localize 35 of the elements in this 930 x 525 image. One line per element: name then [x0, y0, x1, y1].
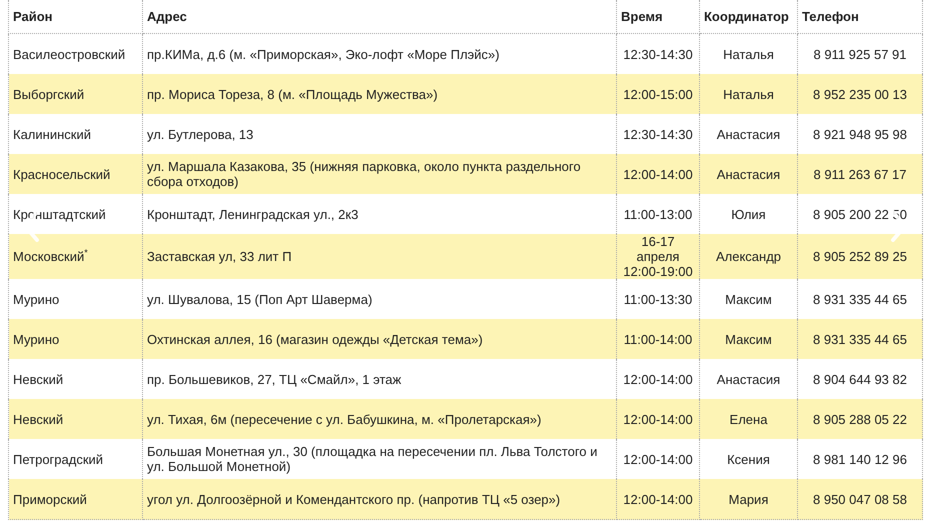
- column-header: Координатор: [700, 0, 798, 34]
- column-header: Телефон: [798, 0, 922, 34]
- time-cell: 12:00-14:00: [616, 479, 700, 520]
- coordinator-cell: Елена: [700, 399, 798, 439]
- column-header: Адрес: [142, 0, 616, 34]
- coordinator-cell: Александр: [700, 234, 798, 279]
- address-cell: угол ул. Долгоозёрной и Комендантского пр. (напротив ТЦ «5 озер»): [142, 479, 616, 520]
- column-header: Район: [8, 0, 142, 34]
- time-cell: 12:00-14:00: [616, 154, 700, 194]
- address-cell: ул. Маршала Казакова, 35 (нижняя парковка, около пункта раздельного сбора отходов): [142, 154, 616, 194]
- phone-cell: 8 952 235 00 13: [798, 74, 922, 114]
- district-cell: Выборгский: [8, 74, 142, 114]
- address-cell: Охтинская аллея, 16 (магазин одежды «Детская тема»): [142, 319, 616, 359]
- district-cell: Московский$^{*}$: [8, 234, 142, 279]
- time-cell: 16-17 апреля 12:00-19:00: [616, 234, 700, 279]
- district-cell: Невский: [8, 399, 142, 439]
- district-cell: Красносельский: [8, 154, 142, 194]
- coordinator-cell: Наталья: [700, 74, 798, 114]
- phone-cell: 8 950 047 08 58: [798, 479, 922, 520]
- address-cell: ул. Тихая, 6м (пересечение с ул. Бабушкина, м. «Пролетарская»): [142, 399, 616, 439]
- phone-cell: 8 931 335 44 65: [798, 319, 922, 359]
- coordinator-cell: Максим: [700, 319, 798, 359]
- phone-cell: 8 911 263 67 17: [798, 154, 922, 194]
- coordinator-cell: Анастасия: [700, 154, 798, 194]
- phone-cell: 8 905 252 89 25: [798, 234, 922, 279]
- time-cell: 12:00-14:00: [616, 399, 700, 439]
- district-cell: Мурино: [8, 319, 142, 359]
- district-cell: Приморский: [8, 479, 142, 520]
- coordinator-cell: Мария: [700, 479, 798, 520]
- phone-cell: 8 905 288 05 22: [798, 399, 922, 439]
- address-cell: пр. Мориса Тореза, 8 (м. «Площадь Мужества»): [142, 74, 616, 114]
- time-cell: 11:00-14:00: [616, 319, 700, 359]
- time-cell: 12:00-15:00: [616, 74, 700, 114]
- column-header: Время: [616, 0, 700, 34]
- address-cell: Заставская ул, 33 лит П: [142, 234, 616, 279]
